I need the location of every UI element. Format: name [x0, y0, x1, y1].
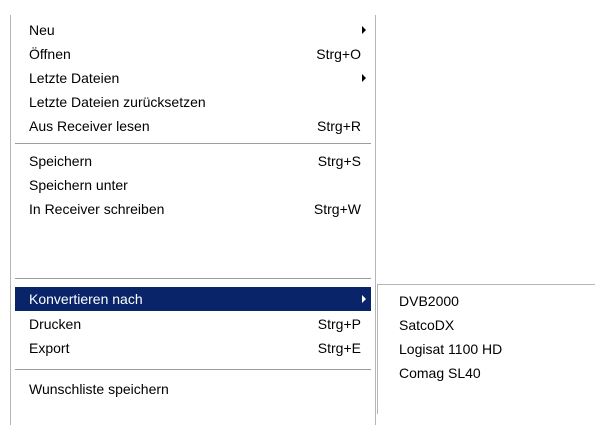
- menu-item-speichern[interactable]: Speichern Strg+S: [15, 149, 371, 173]
- menu-item-shortcut: Strg+P: [317, 316, 361, 332]
- submenu-item-logisat-1100-hd[interactable]: Logisat 1100 HD: [381, 337, 592, 361]
- submenu-item-comag-sl40[interactable]: Comag SL40: [381, 361, 592, 385]
- menu-item-label: Letzte Dateien: [29, 70, 120, 86]
- menu-item-neu[interactable]: Neu: [15, 18, 371, 42]
- menu-item-label: Konvertieren nach: [29, 291, 143, 307]
- menu-item-shortcut: Strg+R: [317, 118, 361, 134]
- menu-item-aus-receiver-lesen[interactable]: Aus Receiver lesen Strg+R: [15, 114, 371, 138]
- menu-separator: [15, 369, 371, 371]
- menu-item-label: Letzte Dateien zurücksetzen: [29, 94, 206, 110]
- menu-item-label: Wunschliste speichern: [29, 381, 169, 397]
- menu-item-letzte-dateien-zuruecksetzen[interactable]: Letzte Dateien zurücksetzen: [15, 90, 371, 114]
- menu-item-in-receiver-schreiben[interactable]: In Receiver schreiben Strg+W: [15, 197, 371, 221]
- menu-item-label: Öffnen: [29, 46, 71, 62]
- submenu-item-dvb2000[interactable]: DVB2000: [381, 289, 592, 313]
- menu-item-shortcut: Strg+E: [317, 340, 361, 356]
- menu-item-export[interactable]: Export Strg+E: [15, 336, 371, 360]
- submenu-item-label: SatcoDX: [399, 317, 455, 333]
- menu-item-shortcut: Strg+W: [313, 201, 361, 217]
- file-menu: Neu Öffnen Strg+O Letzte Dateien Letzte …: [10, 15, 376, 425]
- menu-separator: [15, 143, 371, 145]
- menu-item-speichern-unter[interactable]: Speichern unter: [15, 173, 371, 197]
- menu-item-shortcut: Strg+O: [316, 46, 361, 62]
- menu-item-letzte-dateien[interactable]: Letzte Dateien: [15, 66, 371, 90]
- submenu-item-label: DVB2000: [399, 293, 459, 309]
- chevron-right-icon: [362, 74, 366, 82]
- menu-item-label: Export: [29, 340, 70, 356]
- submenu-item-satcodx[interactable]: SatcoDX: [381, 313, 592, 337]
- menu-item-label: Neu: [29, 22, 55, 38]
- submenu-item-label: Logisat 1100 HD: [399, 341, 503, 357]
- chevron-right-icon: [362, 295, 366, 303]
- menu-separator: [15, 278, 371, 280]
- menu-item-label: Aus Receiver lesen: [29, 118, 150, 134]
- menu-item-konvertieren-nach[interactable]: Konvertieren nach: [15, 287, 371, 311]
- menu-item-label: Speichern: [29, 153, 93, 169]
- chevron-right-icon: [362, 26, 366, 34]
- menu-item-drucken[interactable]: Drucken Strg+P: [15, 312, 371, 336]
- menu-item-oeffnen[interactable]: Öffnen Strg+O: [15, 42, 371, 66]
- menu-item-wunschliste-speichern[interactable]: Wunschliste speichern: [15, 377, 371, 401]
- menu-item-label: Drucken: [29, 316, 82, 332]
- menu-item-shortcut: Strg+S: [317, 153, 361, 169]
- menu-item-label: Speichern unter: [29, 177, 128, 193]
- submenu-item-label: Comag SL40: [399, 365, 481, 381]
- convert-submenu: DVB2000 SatcoDX Logisat 1100 HD Comag SL…: [377, 284, 595, 414]
- menu-item-label: In Receiver schreiben: [29, 201, 165, 217]
